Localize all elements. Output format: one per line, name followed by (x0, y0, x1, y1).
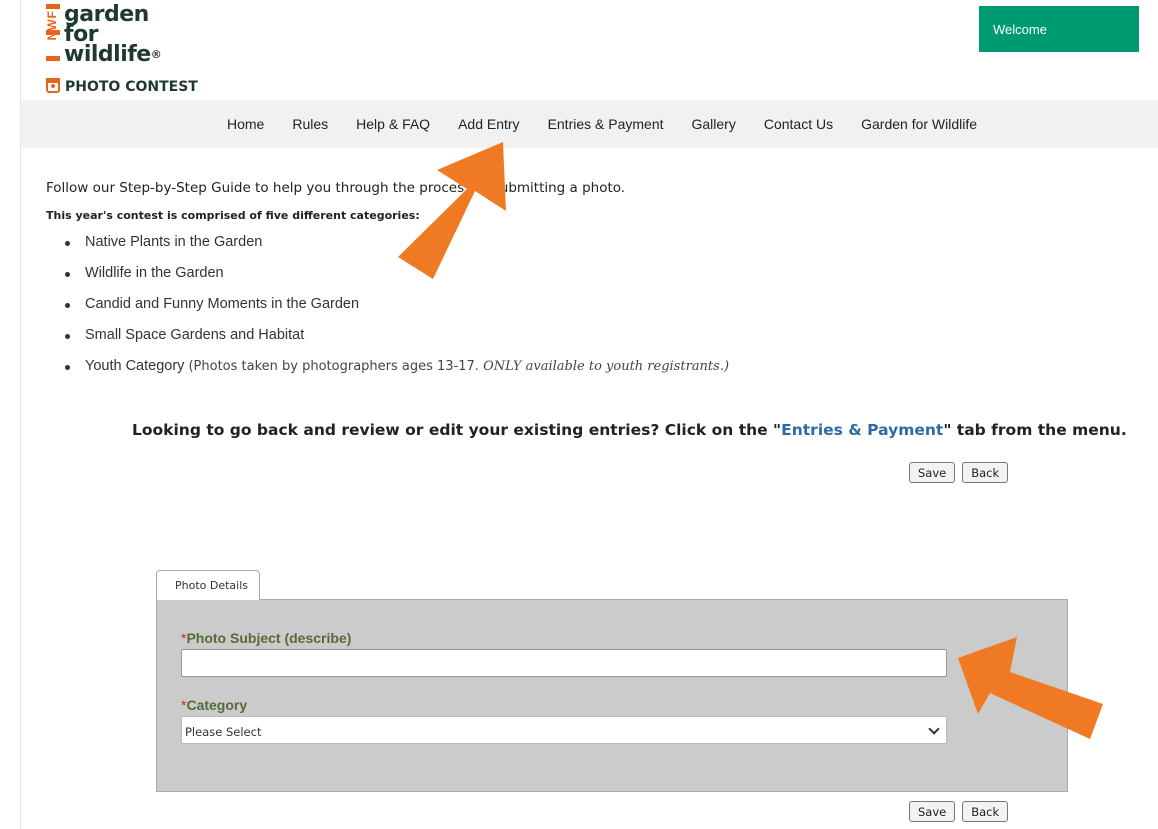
nav-rules[interactable]: Rules (292, 116, 328, 132)
photo-subject-input[interactable] (181, 649, 947, 677)
welcome-box[interactable]: Welcome (979, 6, 1139, 52)
nav-garden-for-wildlife[interactable]: Garden for Wildlife (861, 116, 977, 132)
camera-icon (46, 79, 60, 93)
youth-note-text: (Photos taken by photographers ages 13-1… (188, 359, 484, 374)
category-select[interactable]: Please Select (181, 716, 947, 744)
category-label-text: Category (186, 697, 248, 713)
intro-text: Follow our Step-by-Step Guide to help yo… (46, 180, 626, 196)
youth-note: (Photos taken by photographers ages 13-1… (188, 359, 729, 374)
logo-stripe (46, 56, 60, 61)
photo-subject-label: *Photo Subject (describe) (181, 630, 351, 646)
nav-entries-payment[interactable]: Entries & Payment (548, 116, 664, 132)
category-list: Native Plants in the Garden Wildlife in … (65, 234, 729, 389)
review-text-post: " tab from the menu. (943, 421, 1127, 439)
review-entries-message: Looking to go back and review or edit yo… (132, 421, 1127, 439)
list-item: Native Plants in the Garden (65, 234, 729, 265)
category-selected-value: Please Select (185, 725, 262, 739)
welcome-text: Welcome (993, 22, 1047, 37)
youth-category-label: Youth Category (85, 358, 185, 374)
category-label: *Category (181, 697, 247, 713)
nav-add-entry[interactable]: Add Entry (458, 116, 519, 132)
logo-stripe (46, 30, 60, 35)
top-button-row: Save Back (909, 462, 1009, 483)
youth-note-emphasis: ONLY available to youth registrants.) (483, 359, 730, 374)
registered-mark: ® (150, 48, 162, 61)
list-item: Small Space Gardens and Habitat (65, 327, 729, 358)
bottom-button-row: Save Back (909, 801, 1009, 822)
list-item: Wildlife in the Garden (65, 265, 729, 296)
tab-photo-details[interactable]: Photo Details (156, 570, 260, 600)
nwf-mark-text: NWF (45, 10, 59, 41)
entries-payment-link[interactable]: Entries & Payment (781, 421, 943, 439)
review-text-pre: Looking to go back and review or edit yo… (132, 421, 782, 439)
logo-line-wildlife: wildlife® (64, 42, 162, 67)
chevron-down-icon (928, 723, 940, 735)
photo-subject-label-text: Photo Subject (describe) (186, 630, 352, 646)
photo-contest-label: PHOTO CONTEST (46, 79, 198, 95)
nav-gallery[interactable]: Gallery (692, 116, 736, 132)
nav-home[interactable]: Home (227, 116, 264, 132)
nav-help-faq[interactable]: Help & FAQ (356, 116, 430, 132)
photo-contest-text: PHOTO CONTEST (65, 79, 198, 95)
page: NWF garden for wildlife® PHOTO CONTEST W… (20, 0, 1158, 829)
logo-stripe (46, 4, 60, 9)
list-item: Candid and Funny Moments in the Garden (65, 296, 729, 327)
back-button-bottom[interactable]: Back (962, 801, 1009, 822)
logo-wildlife-text: wildlife (64, 42, 151, 67)
site-logo[interactable]: NWF garden for wildlife® PHOTO CONTEST (45, 2, 246, 98)
list-item-youth: Youth Category (Photos taken by photogra… (65, 358, 729, 389)
back-button-top[interactable]: Back (962, 462, 1009, 483)
photo-details-panel: *Photo Subject (describe) *Category Plea… (156, 599, 1068, 792)
save-button-top[interactable]: Save (909, 462, 956, 483)
nwf-mark: NWF (45, 4, 60, 83)
save-button-bottom[interactable]: Save (909, 801, 956, 822)
categories-title: This year's contest is comprised of five… (46, 209, 420, 222)
nav-contact-us[interactable]: Contact Us (764, 116, 833, 132)
main-nav: Home Rules Help & FAQ Add Entry Entries … (21, 100, 1158, 148)
